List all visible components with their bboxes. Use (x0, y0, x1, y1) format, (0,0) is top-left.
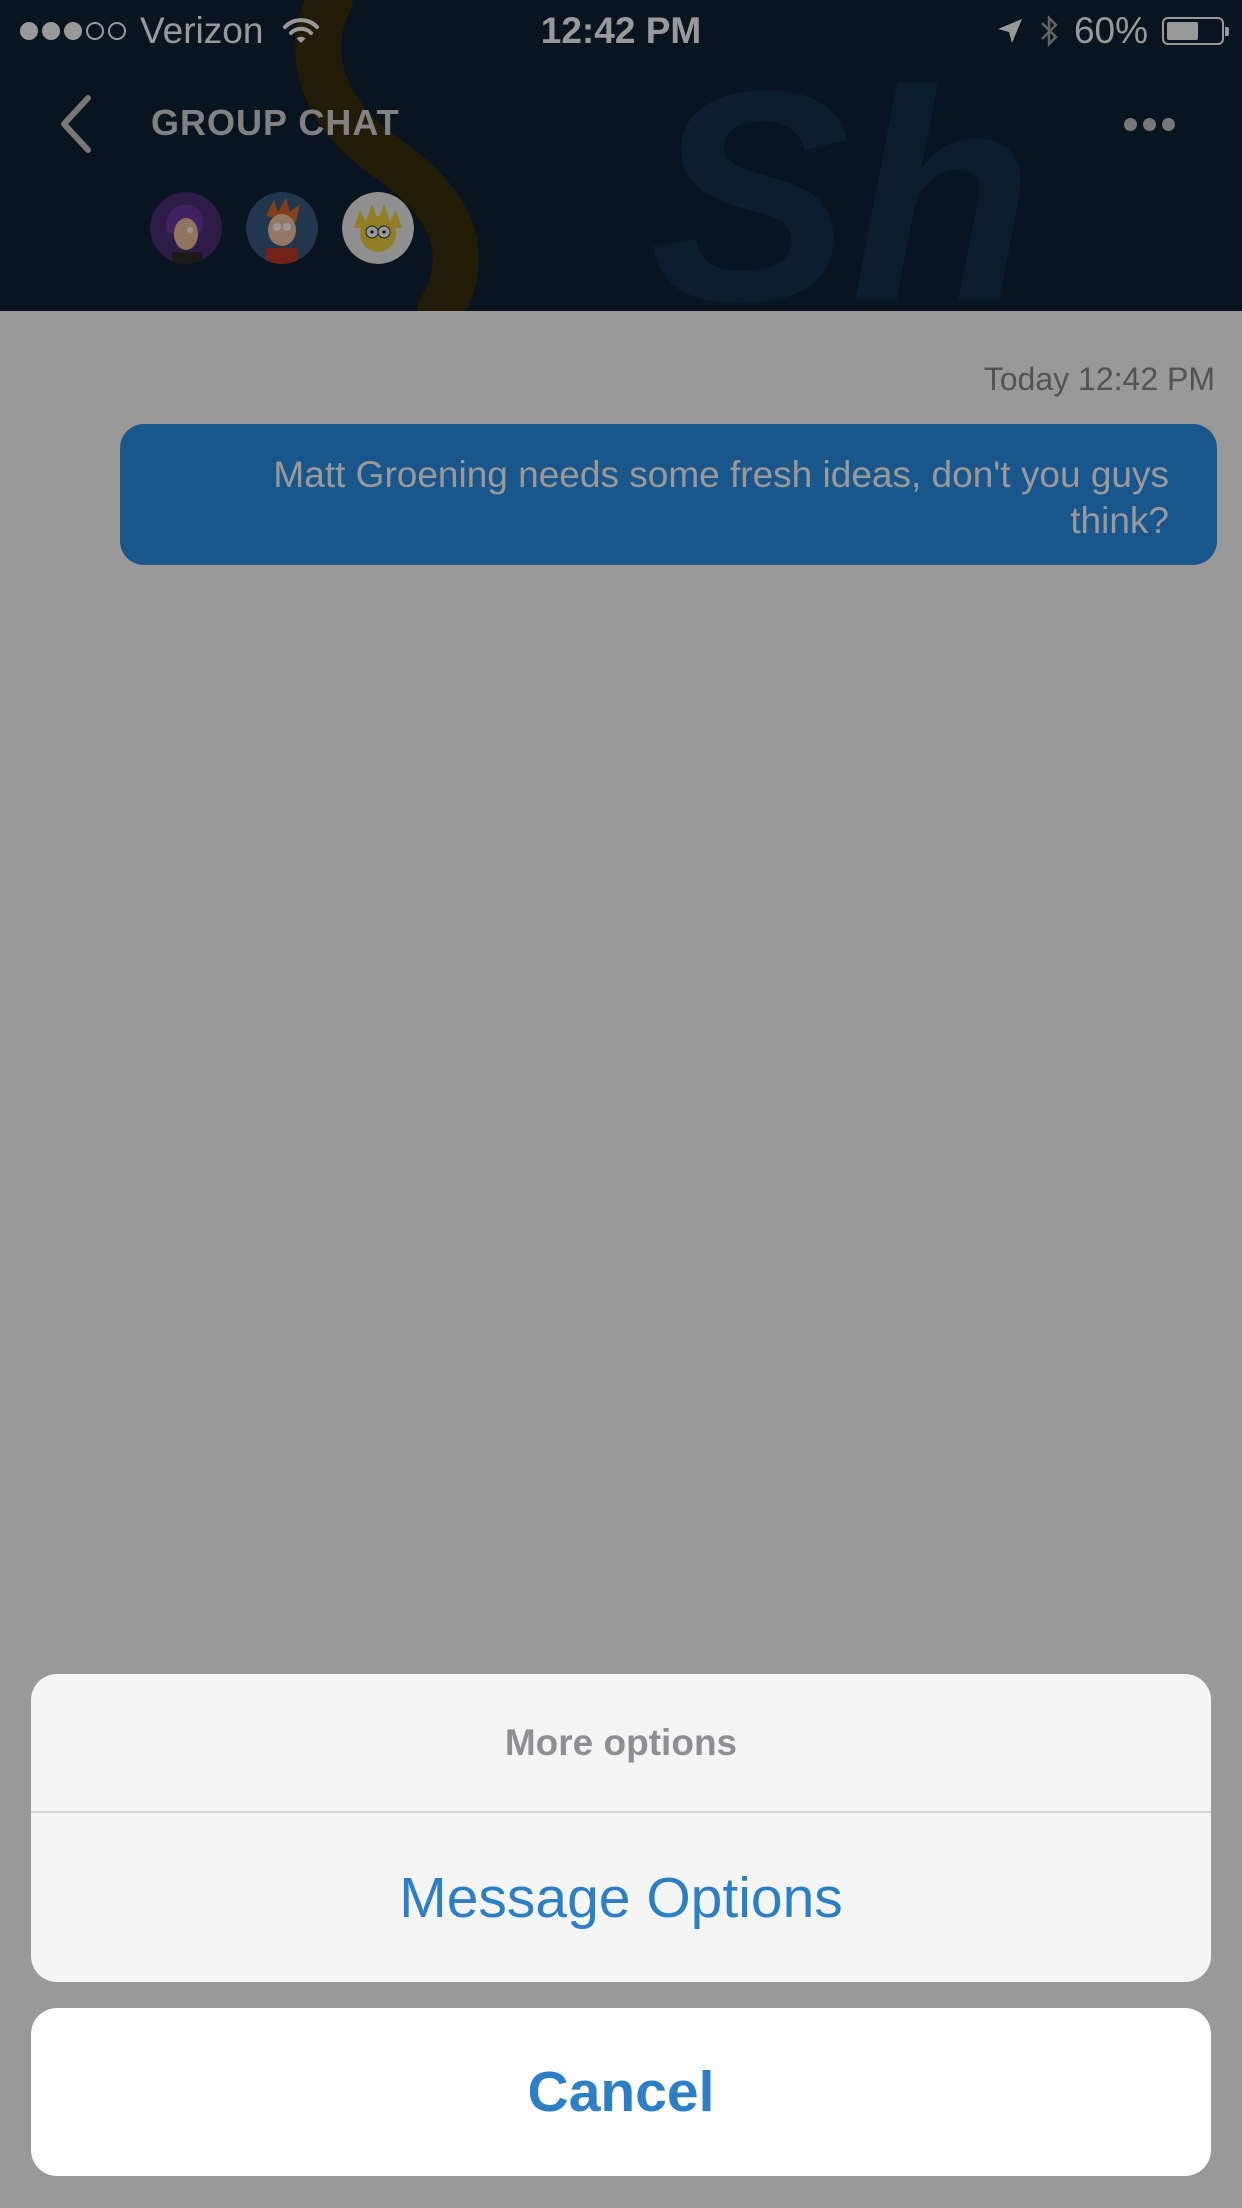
cancel-button[interactable]: Cancel (31, 2008, 1211, 2176)
action-sheet: More options Message Options (31, 1674, 1211, 1982)
message-options-button[interactable]: Message Options (31, 1813, 1211, 1982)
action-sheet-title: More options (31, 1674, 1211, 1813)
